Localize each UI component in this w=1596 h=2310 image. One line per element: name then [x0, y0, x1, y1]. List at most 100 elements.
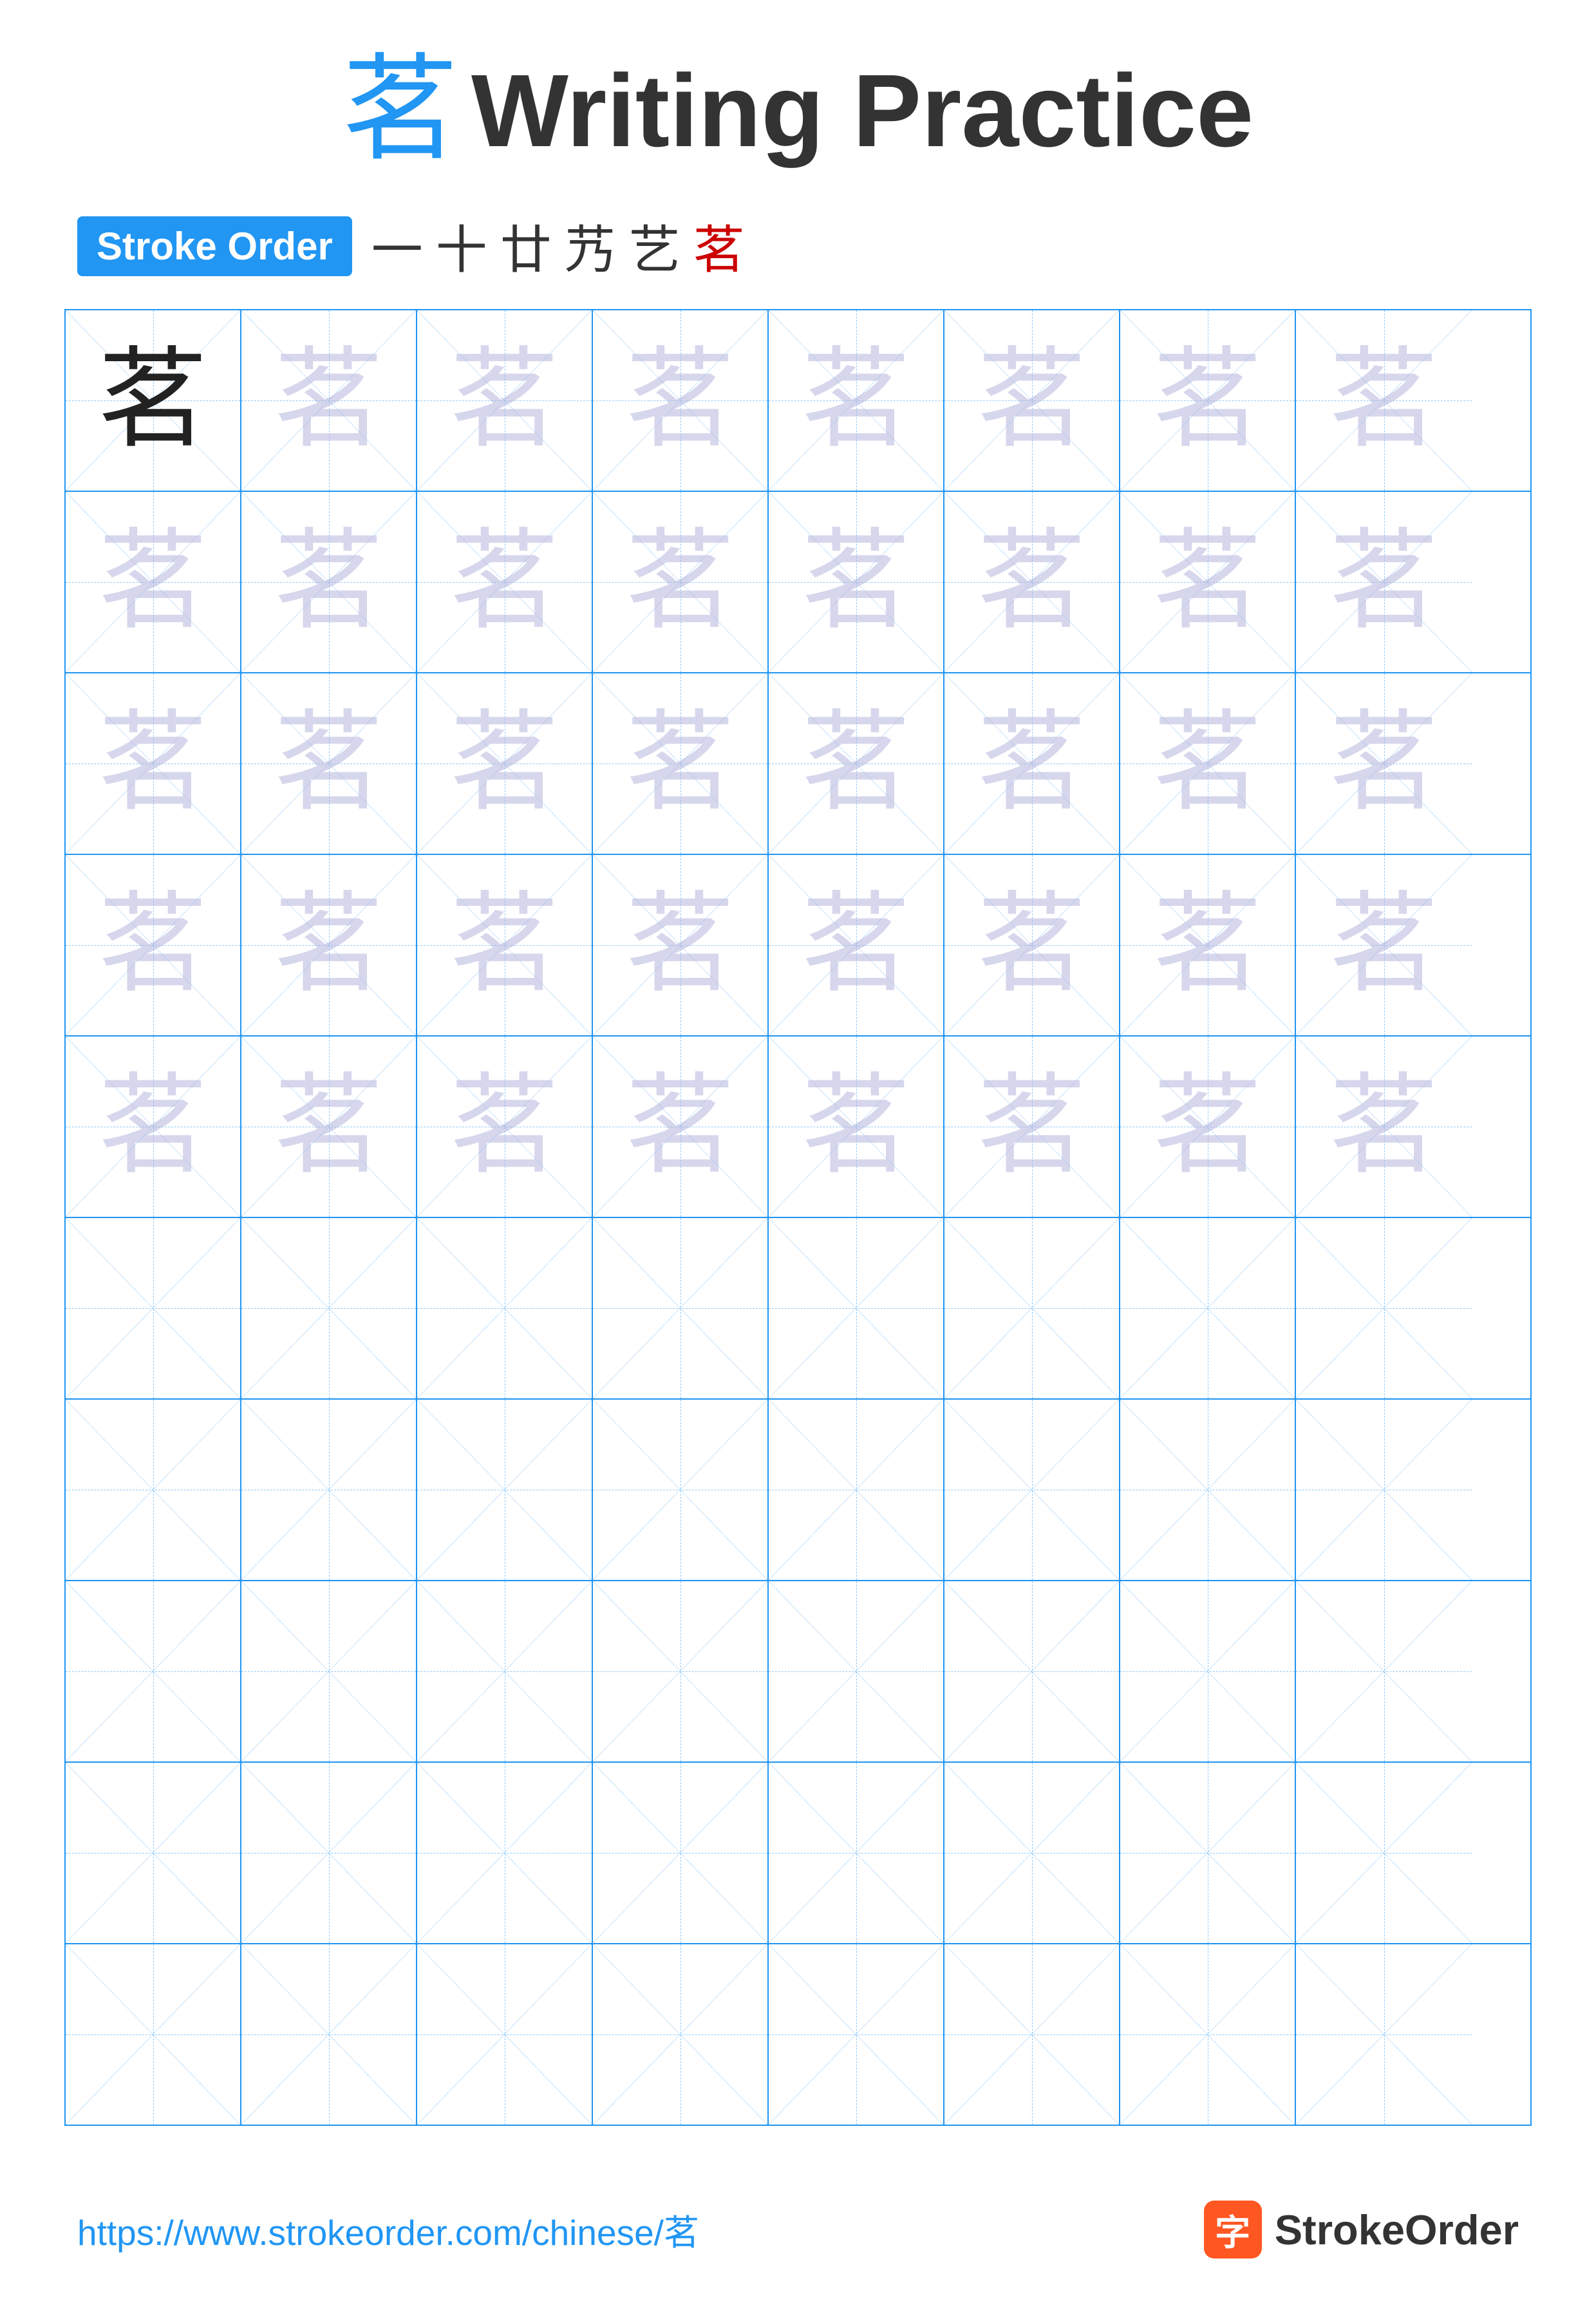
grid-row	[66, 1763, 1530, 1944]
practice-char: 茗	[625, 527, 735, 637]
grid-cell: 茗	[417, 1037, 593, 1217]
grid-cell: 茗	[417, 310, 593, 491]
practice-char: 茗	[977, 709, 1086, 818]
grid-cell: 茗	[241, 673, 417, 854]
grid-row: 茗茗茗茗茗茗茗茗	[66, 492, 1530, 673]
grid-row	[66, 1581, 1530, 1763]
practice-char: 茗	[449, 527, 559, 637]
grid-cell	[66, 1944, 241, 2125]
grid-cell	[1120, 1763, 1296, 1943]
grid-cell: 茗	[417, 492, 593, 672]
grid-cell: 茗	[769, 310, 944, 491]
practice-char: 茗	[801, 890, 910, 1000]
footer-logo-char: 字	[1215, 2204, 1250, 2255]
grid-cell	[417, 1944, 593, 2125]
grid-cell: 茗	[1120, 1037, 1296, 1217]
footer-brand-name: StrokeOrder	[1275, 2206, 1519, 2254]
practice-char: 茗	[274, 1072, 383, 1181]
grid-cell: 茗	[1296, 673, 1472, 854]
practice-char: 茗	[625, 890, 735, 1000]
grid-cell	[66, 1763, 241, 1943]
stroke-sequence: 一 十 廿 艿 艺 茗	[371, 209, 745, 283]
grid-cell: 茗	[241, 310, 417, 491]
grid-cell: 茗	[1120, 310, 1296, 491]
practice-char: 茗	[98, 709, 207, 818]
page-title: 茗 Writing Practice	[0, 52, 1596, 170]
stroke-seq-4: 艿	[565, 209, 616, 283]
stroke-seq-2: 十	[436, 209, 487, 283]
grid-cell	[1296, 1763, 1472, 1943]
grid-cell	[241, 1763, 417, 1943]
grid-row: 茗茗茗茗茗茗茗茗	[66, 1037, 1530, 1218]
grid-cell: 茗	[1296, 855, 1472, 1035]
practice-char: 茗	[1152, 709, 1262, 818]
practice-char: 茗	[274, 890, 383, 1000]
grid-cell	[417, 1763, 593, 1943]
grid-cell	[593, 1763, 769, 1943]
grid-cell: 茗	[1120, 492, 1296, 672]
title-char: 茗	[343, 53, 458, 169]
practice-char: 茗	[625, 346, 735, 455]
practice-char: 茗	[1329, 1072, 1438, 1181]
grid-cell	[1120, 1400, 1296, 1580]
grid-cell: 茗	[66, 673, 241, 854]
grid-cell	[593, 1218, 769, 1398]
footer: https://www.strokeorder.com/chinese/茗 字 …	[0, 2201, 1596, 2258]
grid-cell	[1296, 1581, 1472, 1761]
grid-cell	[1120, 1218, 1296, 1398]
grid-cell: 茗	[944, 673, 1120, 854]
practice-char: 茗	[1152, 527, 1262, 637]
practice-char: 茗	[98, 346, 207, 455]
grid-cell: 茗	[769, 673, 944, 854]
grid-row: 茗茗茗茗茗茗茗茗	[66, 310, 1530, 492]
grid-cell	[417, 1400, 593, 1580]
grid-cell	[593, 1400, 769, 1580]
stroke-seq-3: 廿	[500, 209, 552, 283]
grid-cell: 茗	[417, 673, 593, 854]
grid-cell: 茗	[241, 855, 417, 1035]
practice-grid: 茗茗茗茗茗茗茗茗茗茗茗茗茗茗茗茗茗茗茗茗茗茗茗茗茗茗茗茗茗茗茗茗茗茗茗茗茗茗茗茗	[64, 309, 1532, 2126]
practice-char: 茗	[1329, 709, 1438, 818]
grid-cell: 茗	[944, 1037, 1120, 1217]
grid-cell	[417, 1581, 593, 1761]
grid-cell	[769, 1944, 944, 2125]
practice-char: 茗	[449, 709, 559, 818]
grid-cell	[1296, 1944, 1472, 2125]
grid-cell: 茗	[66, 492, 241, 672]
grid-cell: 茗	[1296, 1037, 1472, 1217]
practice-char: 茗	[625, 709, 735, 818]
grid-cell: 茗	[1120, 855, 1296, 1035]
grid-cell	[944, 1763, 1120, 1943]
practice-char: 茗	[801, 527, 910, 637]
grid-cell: 茗	[417, 855, 593, 1035]
stroke-seq-1: 一	[371, 209, 423, 283]
stroke-seq-6: 茗	[693, 209, 745, 283]
grid-cell: 茗	[944, 310, 1120, 491]
footer-brand: 字 StrokeOrder	[1204, 2201, 1519, 2258]
grid-cell	[417, 1218, 593, 1398]
practice-char: 茗	[98, 890, 207, 1000]
stroke-order-section: Stroke Order 一 十 廿 艿 艺 茗	[77, 209, 1596, 283]
grid-cell: 茗	[593, 1037, 769, 1217]
grid-cell: 茗	[1296, 492, 1472, 672]
grid-cell: 茗	[241, 492, 417, 672]
grid-cell	[593, 1944, 769, 2125]
grid-cell	[944, 1944, 1120, 2125]
grid-cell: 茗	[944, 492, 1120, 672]
grid-cell	[241, 1944, 417, 2125]
grid-cell: 茗	[1120, 673, 1296, 854]
grid-cell	[769, 1763, 944, 1943]
grid-cell	[593, 1581, 769, 1761]
footer-logo: 字	[1204, 2201, 1262, 2258]
practice-char: 茗	[801, 709, 910, 818]
grid-cell	[769, 1218, 944, 1398]
grid-cell	[1296, 1218, 1472, 1398]
grid-row	[66, 1944, 1530, 2125]
grid-cell: 茗	[66, 855, 241, 1035]
grid-cell	[769, 1400, 944, 1580]
practice-char: 茗	[625, 1072, 735, 1181]
grid-cell: 茗	[769, 1037, 944, 1217]
grid-cell	[944, 1581, 1120, 1761]
practice-char: 茗	[977, 890, 1086, 1000]
grid-cell: 茗	[593, 310, 769, 491]
